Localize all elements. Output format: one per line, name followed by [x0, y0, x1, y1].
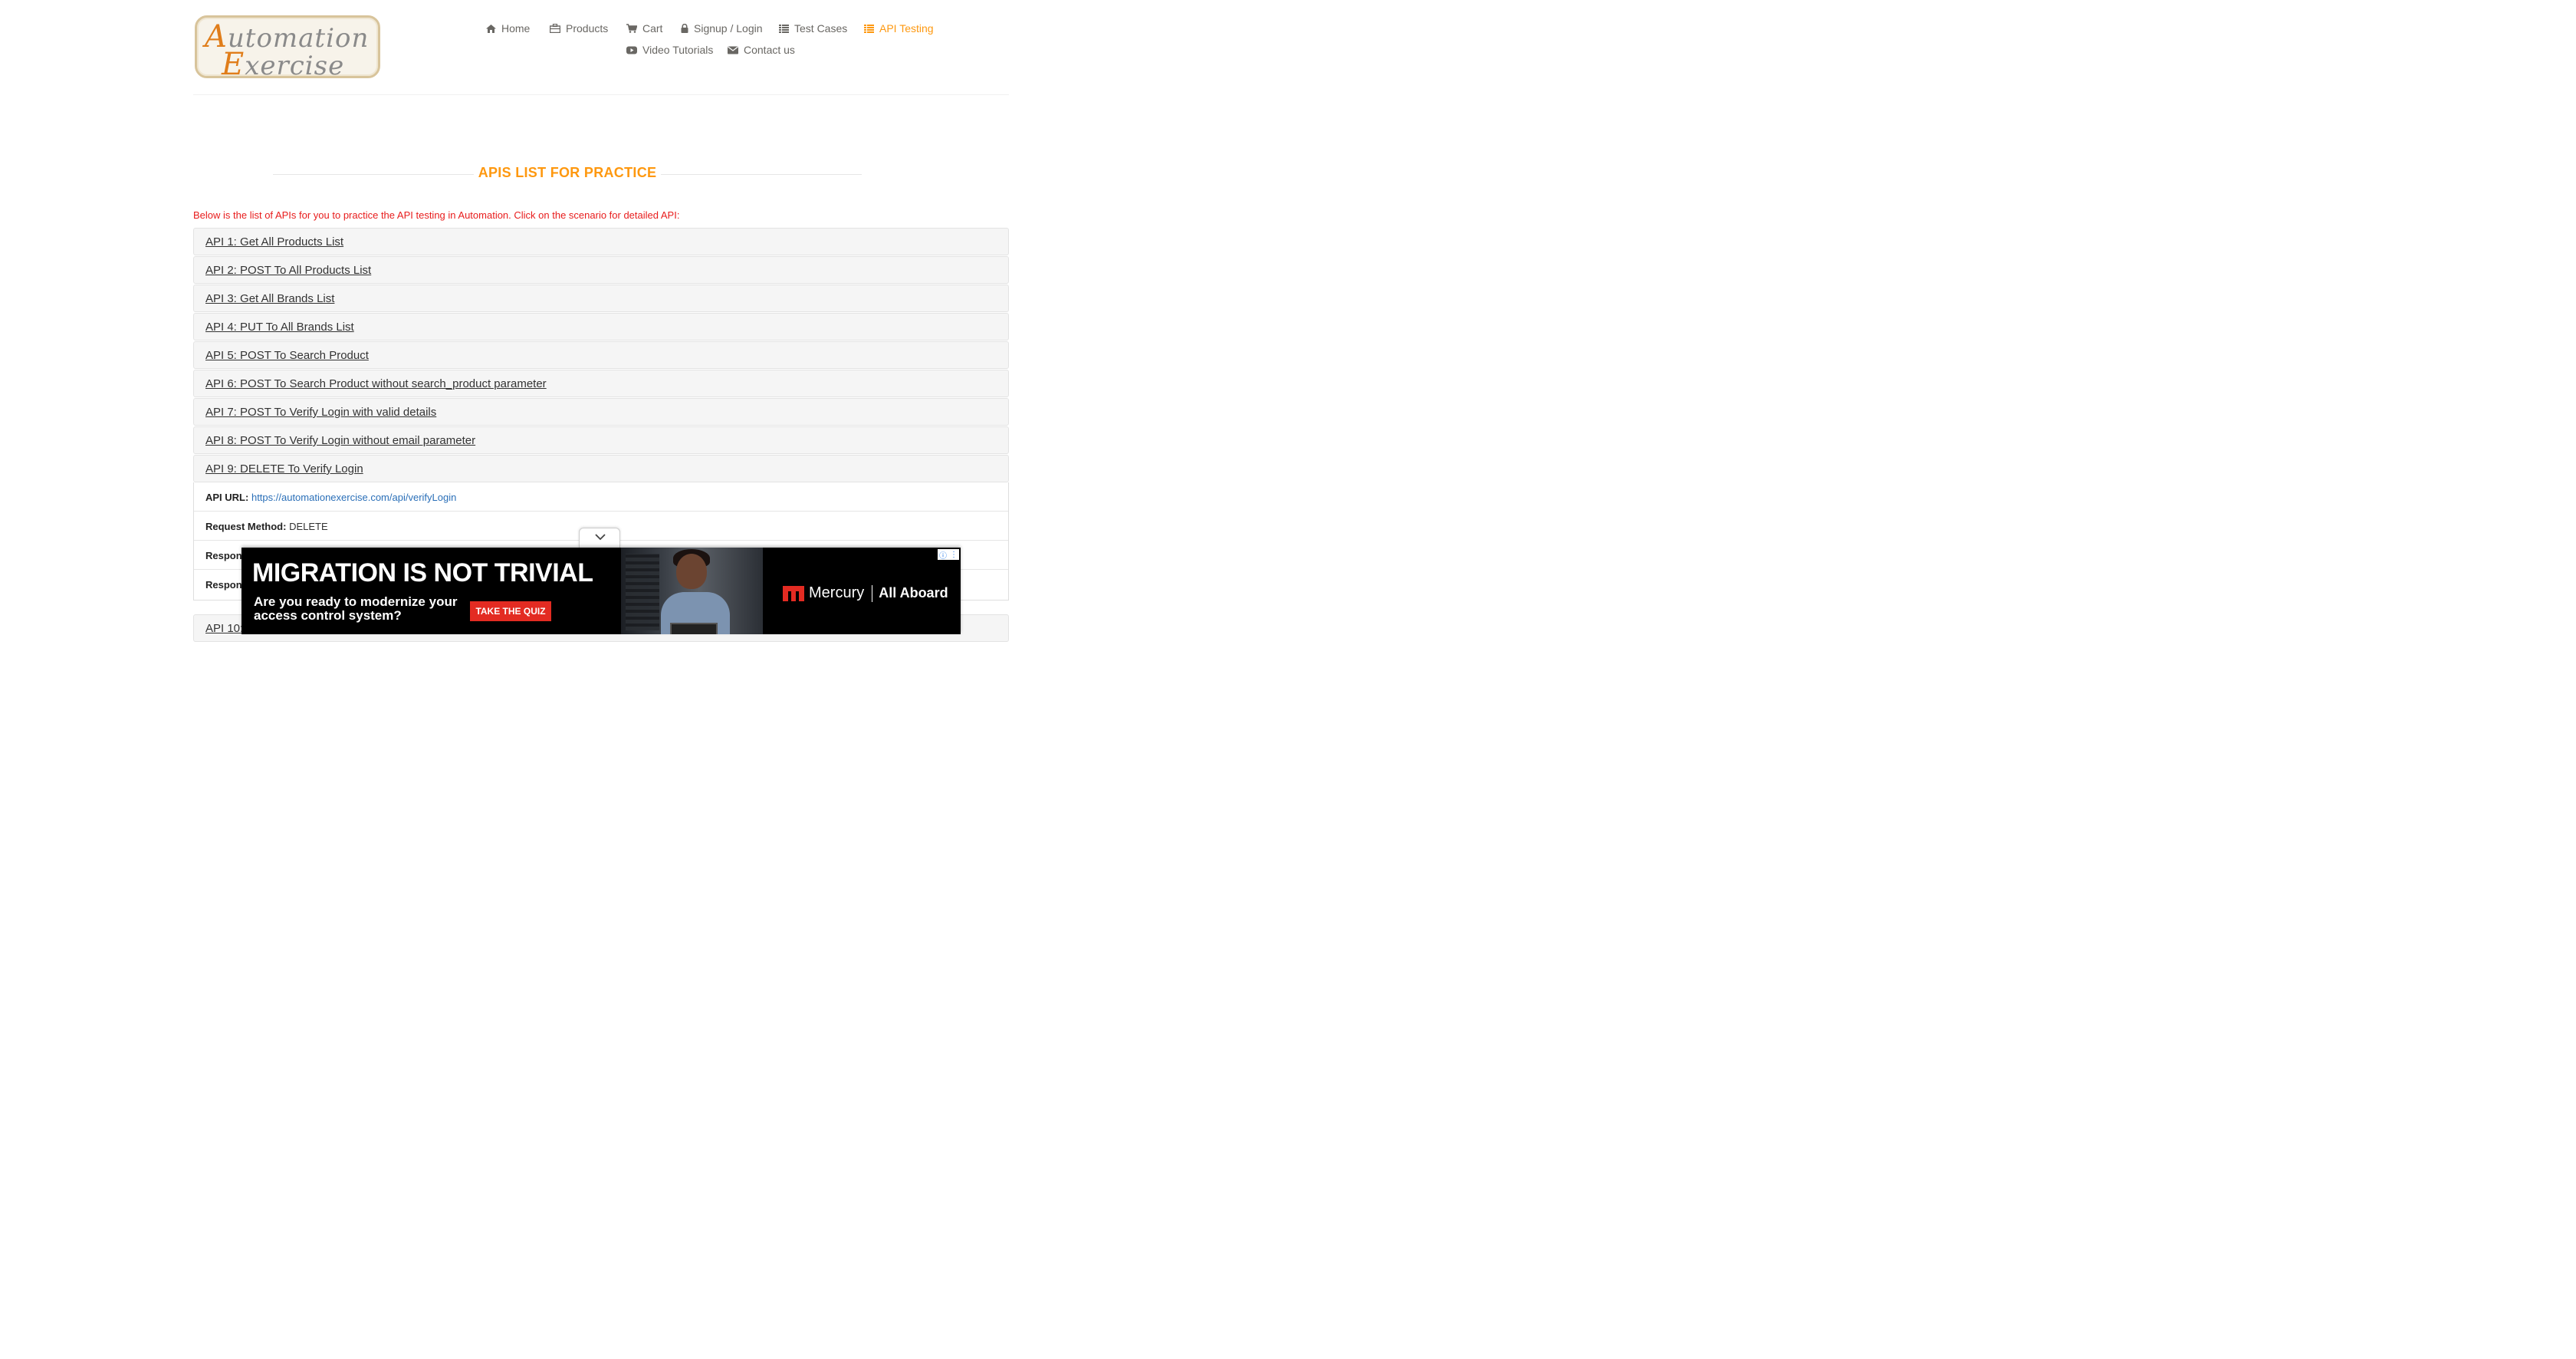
products-icon — [550, 24, 560, 33]
api-link[interactable]: API 5: POST To Search Product — [205, 349, 369, 362]
ad-quiz-button[interactable]: TAKE THE QUIZ — [470, 601, 551, 621]
api-link[interactable]: API 7: POST To Verify Login with valid d… — [205, 406, 436, 419]
chevron-down-icon — [595, 534, 606, 541]
api-item[interactable]: API 7: POST To Verify Login with valid d… — [193, 398, 1009, 426]
nav-home[interactable]: Home — [486, 22, 530, 35]
request-method-label: Request Method: — [205, 521, 287, 532]
api-item[interactable]: API 6: POST To Search Product without se… — [193, 370, 1009, 397]
response-code-label: Respon — [205, 550, 242, 561]
list-icon — [779, 24, 789, 33]
ad-tagline: All Aboard — [879, 585, 948, 601]
envelope-icon — [728, 46, 738, 54]
intro-text: Below is the list of APIs for you to pra… — [193, 209, 680, 221]
ad-brand: Mercury All Aboard — [783, 584, 948, 602]
api-item[interactable]: API 2: POST To All Products List — [193, 256, 1009, 284]
nav-api-testing[interactable]: API Testing — [864, 22, 934, 35]
ad-banner[interactable]: MIGRATION IS NOT TRIVIAL Are you ready t… — [242, 548, 961, 634]
ad-subline: Are you ready to modernize your access c… — [254, 594, 458, 623]
nav-products[interactable]: Products — [550, 22, 608, 35]
nav-cart-label: Cart — [642, 22, 663, 35]
api-item[interactable]: API 5: POST To Search Product — [193, 341, 1009, 369]
api-link[interactable]: API 10: — [205, 622, 243, 635]
section-title-block: APIS LIST FOR PRACTICE — [273, 164, 862, 184]
section-title: APIS LIST FOR PRACTICE — [273, 165, 862, 181]
request-method-value: DELETE — [289, 521, 328, 532]
api-link[interactable]: API 2: POST To All Products List — [205, 264, 371, 277]
api-link[interactable]: API 8: POST To Verify Login without emai… — [205, 434, 475, 447]
nav-test-cases-label: Test Cases — [794, 22, 848, 35]
nav-cart[interactable]: Cart — [626, 22, 662, 35]
nav-video-tutorials-label: Video Tutorials — [642, 44, 714, 56]
api-item[interactable]: API 8: POST To Verify Login without emai… — [193, 426, 1009, 454]
list-icon — [864, 24, 874, 33]
api-item[interactable]: API 1: Get All Products List — [193, 228, 1009, 255]
ad-info-icon[interactable]: ⓘ ⋮ — [938, 549, 959, 561]
nav-home-label: Home — [501, 22, 531, 35]
nav-test-cases[interactable]: Test Cases — [779, 22, 847, 35]
youtube-icon — [626, 46, 637, 54]
response-message-label: Respon — [205, 579, 242, 591]
home-icon — [486, 24, 496, 33]
ad-photo — [621, 548, 763, 634]
main-nav: Home Products Cart Signup / Login Test C… — [193, 0, 1009, 84]
api-link[interactable]: API 1: Get All Products List — [205, 235, 343, 248]
ad-headline: MIGRATION IS NOT TRIVIAL — [252, 558, 593, 587]
api-url-row: API URL: https://automationexercise.com/… — [194, 482, 1008, 512]
nav-products-label: Products — [566, 22, 609, 35]
nav-signup-login[interactable]: Signup / Login — [681, 22, 763, 35]
cart-icon — [626, 24, 637, 33]
nav-video-tutorials[interactable]: Video Tutorials — [626, 44, 713, 56]
nav-api-testing-label: API Testing — [879, 22, 934, 35]
api-item[interactable]: API 3: Get All Brands List — [193, 285, 1009, 312]
api-link[interactable]: API 9: DELETE To Verify Login — [205, 462, 363, 475]
nav-signup-login-label: Signup / Login — [694, 22, 763, 35]
api-link[interactable]: API 3: Get All Brands List — [205, 292, 334, 305]
api-item[interactable]: API 4: PUT To All Brands List — [193, 313, 1009, 341]
ad-collapse-button[interactable] — [579, 528, 620, 548]
nav-contact-us[interactable]: Contact us — [728, 44, 795, 56]
api-url-label: API URL: — [205, 492, 249, 503]
api-link[interactable]: API 6: POST To Search Product without se… — [205, 377, 547, 390]
mercury-logo-icon — [783, 585, 804, 601]
api-link[interactable]: API 4: PUT To All Brands List — [205, 321, 354, 334]
ad-brand-name: Mercury — [809, 584, 865, 601]
header-divider — [193, 94, 1009, 95]
api-url-link[interactable]: https://automationexercise.com/api/verif… — [251, 492, 456, 503]
api-item-expanded[interactable]: API 9: DELETE To Verify Login — [193, 455, 1009, 482]
lock-icon — [681, 24, 688, 33]
nav-contact-us-label: Contact us — [744, 44, 795, 56]
